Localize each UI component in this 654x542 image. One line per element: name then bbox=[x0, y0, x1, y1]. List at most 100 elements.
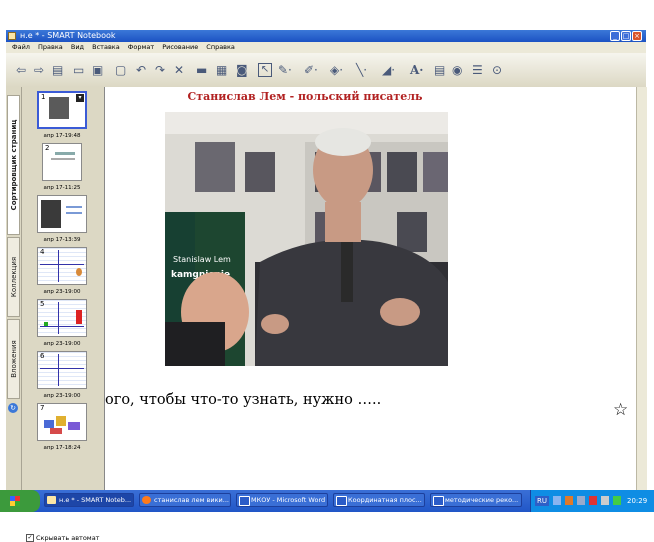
select-arrow-icon[interactable]: ↖ bbox=[258, 63, 272, 77]
page-thumbnail-3[interactable] bbox=[37, 195, 87, 233]
page-date: апр 17-19:48 bbox=[43, 133, 81, 139]
page-thumbnail-6[interactable]: 6 bbox=[37, 351, 87, 389]
slide-canvas[interactable]: Станислав Лем - польский писатель Stanis… bbox=[104, 87, 636, 491]
properties-tab-icon[interactable]: ↻ bbox=[8, 403, 18, 413]
thumbnail-figure bbox=[56, 416, 66, 426]
menu-help[interactable]: Справка bbox=[206, 42, 235, 53]
volume-icon[interactable] bbox=[601, 496, 609, 505]
close-button[interactable]: × bbox=[632, 31, 642, 41]
start-button[interactable] bbox=[0, 490, 40, 512]
checkbox-checked-icon[interactable]: ✓ bbox=[26, 534, 34, 542]
taskbar-item-smart-notebook[interactable]: н.е * - SMART Noteb... bbox=[44, 493, 134, 507]
browser-icon bbox=[142, 496, 151, 504]
tray-icon[interactable] bbox=[577, 496, 585, 505]
more-tools-icon[interactable]: ⊙ bbox=[492, 63, 502, 77]
next-page-icon[interactable]: ⇨ bbox=[34, 63, 44, 77]
page-number: 1 bbox=[41, 93, 46, 101]
tab-attachments[interactable]: Вложения bbox=[7, 319, 20, 399]
page-thumbnail-2[interactable]: 2 bbox=[42, 143, 82, 181]
full-screen-icon[interactable]: ▦ bbox=[216, 63, 227, 77]
tray-icon[interactable] bbox=[565, 496, 573, 505]
page-date: апр 23-19:00 bbox=[43, 393, 81, 399]
title-bar: н.е * - SMART Notebook _ □ × bbox=[6, 30, 646, 42]
page-thumbnail-4[interactable]: 4 bbox=[37, 247, 87, 285]
menu-file[interactable]: Файл bbox=[12, 42, 30, 53]
taskbar-item-label: н.е * - SMART Noteb... bbox=[59, 496, 132, 504]
word-icon bbox=[433, 496, 444, 506]
taskbar-item-word-methodical[interactable]: методические реко... bbox=[430, 493, 522, 507]
network-icon[interactable] bbox=[613, 496, 621, 505]
table-icon[interactable]: ☰ bbox=[472, 63, 483, 77]
thumbnail-text-line bbox=[51, 158, 75, 160]
word-icon bbox=[336, 496, 347, 506]
taskbar-item-word-coordinate[interactable]: Координатная плос... bbox=[333, 493, 425, 507]
tray-icon[interactable] bbox=[589, 496, 597, 505]
thumbnail-axis bbox=[40, 264, 84, 265]
thumbnail-figure bbox=[44, 322, 48, 326]
language-indicator[interactable]: RU bbox=[535, 496, 549, 506]
tab-gallery-label: Коллекция bbox=[9, 256, 18, 298]
redo-icon[interactable]: ↷ bbox=[155, 63, 165, 77]
shapes-icon[interactable]: ◉ bbox=[452, 63, 462, 77]
menu-insert[interactable]: Вставка bbox=[92, 42, 120, 53]
creative-pen-icon[interactable]: ✐· bbox=[304, 63, 318, 77]
thumbnail-axis bbox=[58, 302, 59, 334]
undo-icon[interactable]: ↶ bbox=[136, 63, 146, 77]
page-thumbnail-5[interactable]: 5 bbox=[37, 299, 87, 337]
menu-edit[interactable]: Правка bbox=[38, 42, 63, 53]
taskbar: н.е * - SMART Noteb... станислав лем вик… bbox=[0, 490, 654, 512]
book-author-text: Stanislaw Lem bbox=[173, 255, 231, 264]
taskbar-item-word-mkou[interactable]: МКОУ - Microsoft Word bbox=[236, 493, 328, 507]
menu-bar: Файл Правка Вид Вставка Формат Рисование… bbox=[6, 42, 646, 53]
author-photo-illustration: Stanislaw Lem kamgnienie bbox=[165, 112, 448, 366]
thumbnail-portrait bbox=[41, 200, 61, 228]
line-icon[interactable]: ╲· bbox=[356, 63, 367, 77]
eraser-icon[interactable]: ◈· bbox=[330, 63, 343, 77]
minimize-button[interactable]: _ bbox=[610, 31, 620, 41]
maximize-button[interactable]: □ bbox=[621, 31, 631, 41]
previous-page-icon[interactable]: ⇦ bbox=[16, 63, 26, 77]
thumbnail-text-line bbox=[66, 206, 82, 208]
menu-format[interactable]: Формат bbox=[128, 42, 154, 53]
page-thumbnail-7[interactable]: 7 bbox=[37, 403, 87, 441]
text-tool-icon[interactable]: A· bbox=[410, 63, 424, 77]
page-menu-chevron-icon[interactable]: ▾ bbox=[76, 94, 84, 102]
vertical-scrollbar[interactable] bbox=[636, 87, 647, 491]
save-icon[interactable]: ▣ bbox=[92, 63, 103, 77]
smart-notebook-window: н.е * - SMART Notebook _ □ × Файл Правка… bbox=[6, 30, 647, 542]
taskbar-item-label: методические реко... bbox=[445, 496, 519, 504]
menu-view[interactable]: Вид bbox=[71, 42, 84, 53]
fill-icon[interactable]: ◢· bbox=[382, 63, 395, 77]
star-icon: ☆ bbox=[613, 400, 629, 420]
tab-page-sorter[interactable]: Сортировщик страниц bbox=[7, 95, 20, 235]
taskbar-item-label: станислав лем вики... bbox=[154, 496, 229, 504]
page-number: 7 bbox=[40, 404, 45, 412]
autohide-checkbox[interactable]: ✓ Скрывать автомат bbox=[26, 534, 99, 542]
open-icon[interactable]: ▭ bbox=[73, 63, 84, 77]
slide-text: ого, чтобы что-то узнать, нужно ….. bbox=[105, 392, 382, 408]
taskbar-item-label: Координатная плос... bbox=[348, 496, 422, 504]
page-date: апр 23-19:00 bbox=[43, 341, 81, 347]
screen-shade-icon[interactable]: ▬ bbox=[196, 63, 207, 77]
capture-icon[interactable]: ◙ bbox=[236, 63, 248, 77]
page-date: апр 17-13:39 bbox=[43, 237, 81, 243]
tab-attachments-label: Вложения bbox=[9, 340, 18, 378]
properties-icon[interactable]: ▤ bbox=[434, 63, 445, 77]
clock[interactable]: 20:29 bbox=[627, 490, 647, 512]
page-thumbnail-1[interactable]: 1 ▾ bbox=[37, 91, 87, 129]
thumbnail-text-line bbox=[55, 152, 75, 155]
add-page-icon[interactable]: ▤ bbox=[52, 63, 63, 77]
tab-gallery[interactable]: Коллекция bbox=[7, 237, 20, 317]
author-photo[interactable]: Stanislaw Lem kamgnienie bbox=[165, 112, 448, 366]
thumbnail-axis bbox=[40, 326, 84, 327]
windows-logo-icon bbox=[10, 496, 20, 506]
slide-title: Станислав Лем - польский писатель bbox=[187, 90, 423, 103]
delete-icon[interactable]: ✕ bbox=[174, 63, 184, 77]
paste-icon[interactable]: ▢ bbox=[115, 63, 126, 77]
page-number: 4 bbox=[40, 248, 45, 256]
pen-icon[interactable]: ✎· bbox=[278, 63, 292, 77]
menu-draw[interactable]: Рисование bbox=[162, 42, 198, 53]
taskbar-item-browser[interactable]: станислав лем вики... bbox=[139, 493, 231, 507]
tray-icon[interactable] bbox=[553, 496, 561, 505]
tab-page-sorter-label: Сортировщик страниц bbox=[9, 119, 18, 211]
